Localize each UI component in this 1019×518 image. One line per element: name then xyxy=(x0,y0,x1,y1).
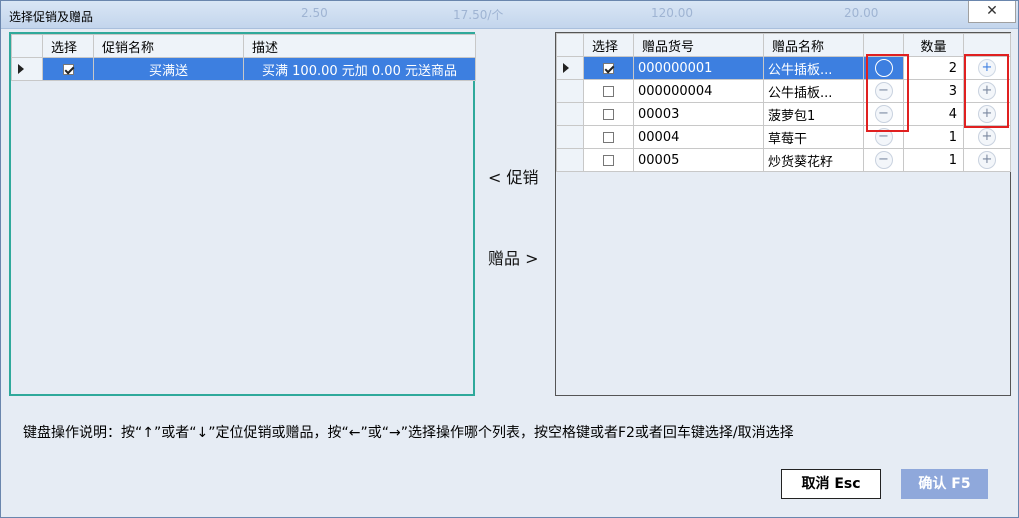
current-row-arrow-icon xyxy=(563,63,569,73)
row-header-corner xyxy=(556,33,584,57)
promotion-select-cell[interactable] xyxy=(42,57,94,81)
row-header-corner xyxy=(11,34,43,58)
gift-select-cell[interactable] xyxy=(583,102,634,126)
increase-quantity-button[interactable]: + xyxy=(978,128,996,146)
gifts-panel[interactable]: 选择 赠品货号 赠品名称 数量 000000001 公牛插板... 2 + 00… xyxy=(555,32,1011,396)
gift-checkbox[interactable] xyxy=(603,131,614,143)
close-button[interactable]: ✕ xyxy=(968,1,1016,23)
row-indicator xyxy=(556,79,584,103)
background-text: 17.50/个 xyxy=(453,8,504,22)
column-header-quantity[interactable]: 数量 xyxy=(903,33,964,57)
promotion-name-cell: 买满送 xyxy=(93,57,244,81)
gift-minus-cell[interactable]: − xyxy=(863,148,904,172)
gift-code-cell: 000000004 xyxy=(633,79,764,103)
current-row-arrow-icon xyxy=(18,64,24,74)
gifts-header-row: 选择 赠品货号 赠品名称 数量 xyxy=(556,33,1011,57)
gift-checkbox[interactable] xyxy=(603,154,614,166)
gift-name-cell: 公牛插板... xyxy=(763,56,864,80)
gift-code-cell: 00005 xyxy=(633,148,764,172)
switch-to-promotions-label[interactable]: < 促销 xyxy=(488,164,539,188)
gift-quantity-cell: 4 xyxy=(903,102,964,126)
gift-quantity-cell: 1 xyxy=(903,125,964,149)
gift-name-cell: 草莓干 xyxy=(763,125,864,149)
gift-checkbox[interactable] xyxy=(603,62,614,74)
column-header-description[interactable]: 描述 xyxy=(243,34,476,58)
gift-row[interactable]: 000000004 公牛插板... − 3 + xyxy=(556,79,1011,103)
gift-row[interactable]: 00005 炒货葵花籽 − 1 + xyxy=(556,148,1011,172)
gift-name-cell: 菠萝包1 xyxy=(763,102,864,126)
gift-select-cell[interactable] xyxy=(583,148,634,172)
confirm-button[interactable]: 确认 F5 xyxy=(901,469,988,499)
row-indicator xyxy=(556,148,584,172)
gift-name-cell: 炒货葵花籽 xyxy=(763,148,864,172)
promotion-row[interactable]: 买满送 买满 100.00 元加 0.00 元送商品 xyxy=(11,57,476,81)
gift-select-cell[interactable] xyxy=(583,56,634,80)
cancel-button[interactable]: 取消 Esc xyxy=(781,469,881,499)
gift-plus-cell[interactable]: + xyxy=(963,148,1011,172)
row-indicator xyxy=(11,57,43,81)
gift-quantity-cell: 2 xyxy=(903,56,964,80)
gift-code-cell: 00004 xyxy=(633,125,764,149)
background-text: 2.50 xyxy=(301,6,328,20)
promotions-table: 选择 促销名称 描述 买满送 买满 100.00 元加 0.00 元送商品 xyxy=(11,34,476,81)
gift-plus-cell[interactable]: + xyxy=(963,125,1011,149)
gift-name-cell: 公牛插板... xyxy=(763,79,864,103)
gift-code-cell: 000000001 xyxy=(633,56,764,80)
decrease-quantity-button[interactable]: − xyxy=(874,151,893,169)
gift-row[interactable]: 00004 草莓干 − 1 + xyxy=(556,125,1011,149)
column-header-select[interactable]: 选择 xyxy=(583,33,634,57)
promotion-desc-cell: 买满 100.00 元加 0.00 元送商品 xyxy=(243,57,476,81)
gift-row[interactable]: 000000001 公牛插板... 2 + xyxy=(556,56,1011,80)
column-header-select[interactable]: 选择 xyxy=(42,34,94,58)
promotion-checkbox[interactable] xyxy=(62,63,74,75)
gift-select-cell[interactable] xyxy=(583,125,634,149)
title-bar: 选择促销及赠品 2.50 17.50/个 120.00 20.00 ✕ xyxy=(1,1,1018,29)
window-title: 选择促销及赠品 xyxy=(9,10,94,24)
gift-checkbox[interactable] xyxy=(603,85,614,97)
highlight-box-minus-column xyxy=(866,54,909,132)
gift-quantity-cell: 1 xyxy=(903,148,964,172)
background-text: 120.00 xyxy=(651,6,693,20)
gift-select-cell[interactable] xyxy=(583,79,634,103)
row-indicator xyxy=(556,125,584,149)
gift-code-cell: 00003 xyxy=(633,102,764,126)
gift-checkbox[interactable] xyxy=(603,108,614,120)
keyboard-hint-text: 键盘操作说明：按“↑”或者“↓”定位促销或赠品，按“←”或“→”选择操作哪个列表… xyxy=(23,425,794,441)
gift-quantity-cell: 3 xyxy=(903,79,964,103)
gifts-table: 选择 赠品货号 赠品名称 数量 000000001 公牛插板... 2 + 00… xyxy=(556,33,1011,172)
promotions-header-row: 选择 促销名称 描述 xyxy=(11,34,476,58)
row-indicator xyxy=(556,56,584,80)
dialog-window: 选择促销及赠品 2.50 17.50/个 120.00 20.00 ✕ 选择 促… xyxy=(0,0,1019,518)
background-text: 20.00 xyxy=(844,6,879,20)
highlight-box-plus-column xyxy=(964,54,1009,128)
close-icon: ✕ xyxy=(986,3,998,19)
switch-to-gifts-label[interactable]: 赠品 > xyxy=(488,245,539,269)
gift-row[interactable]: 00003 菠萝包1 − 4 + xyxy=(556,102,1011,126)
column-header-promo-name[interactable]: 促销名称 xyxy=(93,34,244,58)
increase-quantity-button[interactable]: + xyxy=(978,151,996,169)
column-header-gift-name[interactable]: 赠品名称 xyxy=(763,33,864,57)
promotions-panel[interactable]: 选择 促销名称 描述 买满送 买满 100.00 元加 0.00 元送商品 xyxy=(9,32,476,396)
row-indicator xyxy=(556,102,584,126)
column-header-gift-code[interactable]: 赠品货号 xyxy=(633,33,764,57)
